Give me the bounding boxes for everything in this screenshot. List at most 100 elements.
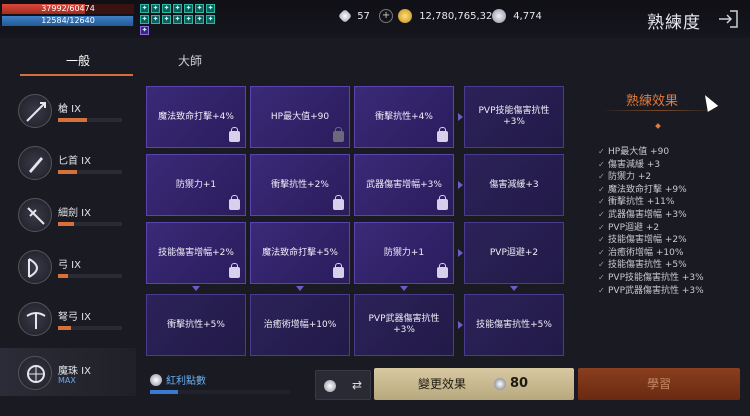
lock-icon	[437, 127, 448, 142]
weapon-progress-fill	[58, 170, 78, 174]
gem-icon	[492, 9, 506, 23]
buff-icon[interactable]: ✦	[184, 15, 193, 24]
mastery-node-label: 防禦力+1	[383, 247, 425, 258]
mastery-node[interactable]: 武器傷害增幅+3%	[354, 154, 454, 216]
mastery-node[interactable]: 治癒術增幅+10%	[250, 294, 350, 356]
mastery-node[interactable]: 防禦力+1	[146, 154, 246, 216]
buff-icon[interactable]: ✦	[195, 15, 204, 24]
effect-text: PVP迴避 +2	[608, 222, 660, 233]
weapon-item-crossbow[interactable]: 弩弓 IX	[0, 294, 136, 346]
mastery-node-label: 防禦力+1	[175, 179, 217, 190]
check-icon: ✓	[598, 172, 605, 182]
mastery-node[interactable]: 防禦力+1	[354, 222, 454, 284]
mastery-node[interactable]: PVP迴避+2	[464, 222, 564, 284]
mastery-node[interactable]: 技能傷害增幅+2%	[146, 222, 246, 284]
buff-icon[interactable]: ✦	[173, 4, 182, 13]
mastery-node-label: 治癒術增幅+10%	[263, 319, 337, 330]
exit-button[interactable]	[716, 8, 740, 30]
weapon-name: 弓 IX	[58, 260, 81, 271]
bonus-point-icon	[150, 374, 162, 386]
diamond-icon	[337, 8, 353, 24]
hp-bar: 37992/60474	[2, 4, 134, 14]
effect-item: ✓ PVP武器傷害抗性 +3%	[598, 285, 748, 298]
mastery-node-label: PVP武器傷害抗性+3%	[368, 314, 440, 335]
weapon-progress-fill	[58, 274, 68, 278]
connector-arrow-icon	[458, 113, 463, 121]
gold-count: 12,780,765,327	[419, 11, 499, 22]
weapon-item-dagger[interactable]: 匕首 IX	[0, 138, 136, 190]
connector-arrow-icon	[192, 286, 200, 291]
weapon-item-bow[interactable]: 弓 IX	[0, 242, 136, 294]
buff-icon[interactable]: ✦	[151, 15, 160, 24]
buff-icon[interactable]: ✦	[206, 4, 215, 13]
mastery-node-label: PVP迴避+2	[489, 247, 539, 258]
connector-arrow-icon	[458, 249, 463, 257]
mastery-node[interactable]: 魔法致命打擊+4%	[146, 86, 246, 148]
mastery-node[interactable]: 技能傷害抗性+5%	[464, 294, 564, 356]
weapon-name: 匕首 IX	[58, 156, 91, 167]
buff-icon[interactable]: ✦	[151, 4, 160, 13]
buff-icon[interactable]: ✦	[195, 4, 204, 13]
buff-icon[interactable]: ✦	[206, 15, 215, 24]
buff-icon[interactable]: ✦	[140, 15, 149, 24]
swap-currency-button[interactable]: ⇄	[315, 370, 371, 400]
mastery-node[interactable]: 衝擊抗性+5%	[146, 294, 246, 356]
weapon-item-spear[interactable]: 槍 IX	[0, 86, 136, 138]
connector-arrow-icon	[510, 286, 518, 291]
mastery-node[interactable]: 衝擊抗性+4%	[354, 86, 454, 148]
connector-arrow-icon	[400, 286, 408, 291]
mastery-node-label: PVP技能傷害抗性+3%	[478, 106, 550, 127]
buff-icon[interactable]: ✦	[162, 4, 171, 13]
weapon-name: 魔珠 IX	[58, 366, 91, 377]
tab-master[interactable]: 大師	[178, 52, 202, 69]
effect-item: ✓ 治癒術增幅 +10%	[598, 247, 748, 260]
effects-list: ✓ HP最大值 +90 ✓ 傷害減緩 +3 ✓ 防禦力 +2 ✓ 魔法致命打擊 +9% ✓ 衝擊抗…	[598, 146, 748, 297]
change-effect-button[interactable]: 變更效果 80	[374, 368, 574, 400]
gold-currency: 12,780,765,327	[398, 8, 499, 26]
buff-icon[interactable]: ✦	[184, 4, 193, 13]
buff-icon[interactable]: ✦	[140, 4, 149, 13]
mastery-node[interactable]: HP最大值+90	[250, 86, 350, 148]
effect-item: ✓ 技能傷害抗性 +5%	[598, 259, 748, 272]
mastery-node[interactable]: 魔法致命打擊+5%	[250, 222, 350, 284]
effect-item: ✓ 武器傷害增幅 +3%	[598, 209, 748, 222]
gem-count: 4,774	[513, 11, 542, 22]
mastery-node[interactable]: PVP武器傷害抗性+3%	[354, 294, 454, 356]
buff-icon[interactable]: ✦	[140, 26, 149, 35]
check-icon: ✓	[598, 247, 605, 257]
mastery-node-label: 武器傷害增幅+3%	[366, 179, 442, 190]
buff-icon[interactable]: ✦	[173, 15, 182, 24]
change-effect-label: 變更效果	[418, 377, 467, 391]
gem-icon	[324, 380, 336, 392]
rapier-icon	[18, 198, 52, 232]
lock-icon	[333, 263, 344, 278]
mastery-node[interactable]: 衝擊抗性+2%	[250, 154, 350, 216]
lock-icon	[333, 127, 344, 142]
bow-icon	[18, 250, 52, 284]
buff-icon[interactable]: ✦	[162, 15, 171, 24]
effect-text: 武器傷害增幅 +3%	[608, 209, 687, 220]
spear-icon	[18, 94, 52, 128]
mastery-node-label: 技能傷害抗性+5%	[476, 319, 552, 330]
mastery-node-label: 傷害減緩+3	[489, 179, 539, 190]
tab-general[interactable]: 一般	[66, 52, 90, 69]
weapon-item-orb[interactable]: 魔珠 IX MAX	[0, 348, 136, 396]
weapon-progress	[58, 274, 122, 278]
check-icon: ✓	[598, 209, 605, 219]
check-icon: ✓	[598, 147, 605, 156]
gem-currency: 4,774	[492, 8, 542, 26]
mastery-node[interactable]: PVP技能傷害抗性+3%	[464, 86, 564, 148]
change-effect-cost: 80	[510, 376, 529, 391]
learn-button[interactable]: 學習	[578, 368, 740, 400]
mastery-node[interactable]: 傷害減緩+3	[464, 154, 564, 216]
weapon-item-rapier[interactable]: 細劍 IX	[0, 190, 136, 242]
crossbow-icon	[18, 302, 52, 336]
check-icon: ✓	[598, 235, 605, 245]
mastery-grid: 魔法致命打擊+4% HP最大值+90 衝擊抗性+4% PVP技能傷害抗性+3% 防禦力+…	[146, 86, 566, 366]
effects-title: 熟練效果	[626, 94, 679, 109]
connector-arrow-icon	[296, 286, 304, 291]
mastery-node-label: 衝擊抗性+2%	[271, 179, 329, 190]
connector-arrow-icon	[458, 321, 463, 329]
weapon-name: 槍 IX	[58, 104, 81, 115]
add-diamond-button[interactable]: +	[379, 9, 394, 23]
